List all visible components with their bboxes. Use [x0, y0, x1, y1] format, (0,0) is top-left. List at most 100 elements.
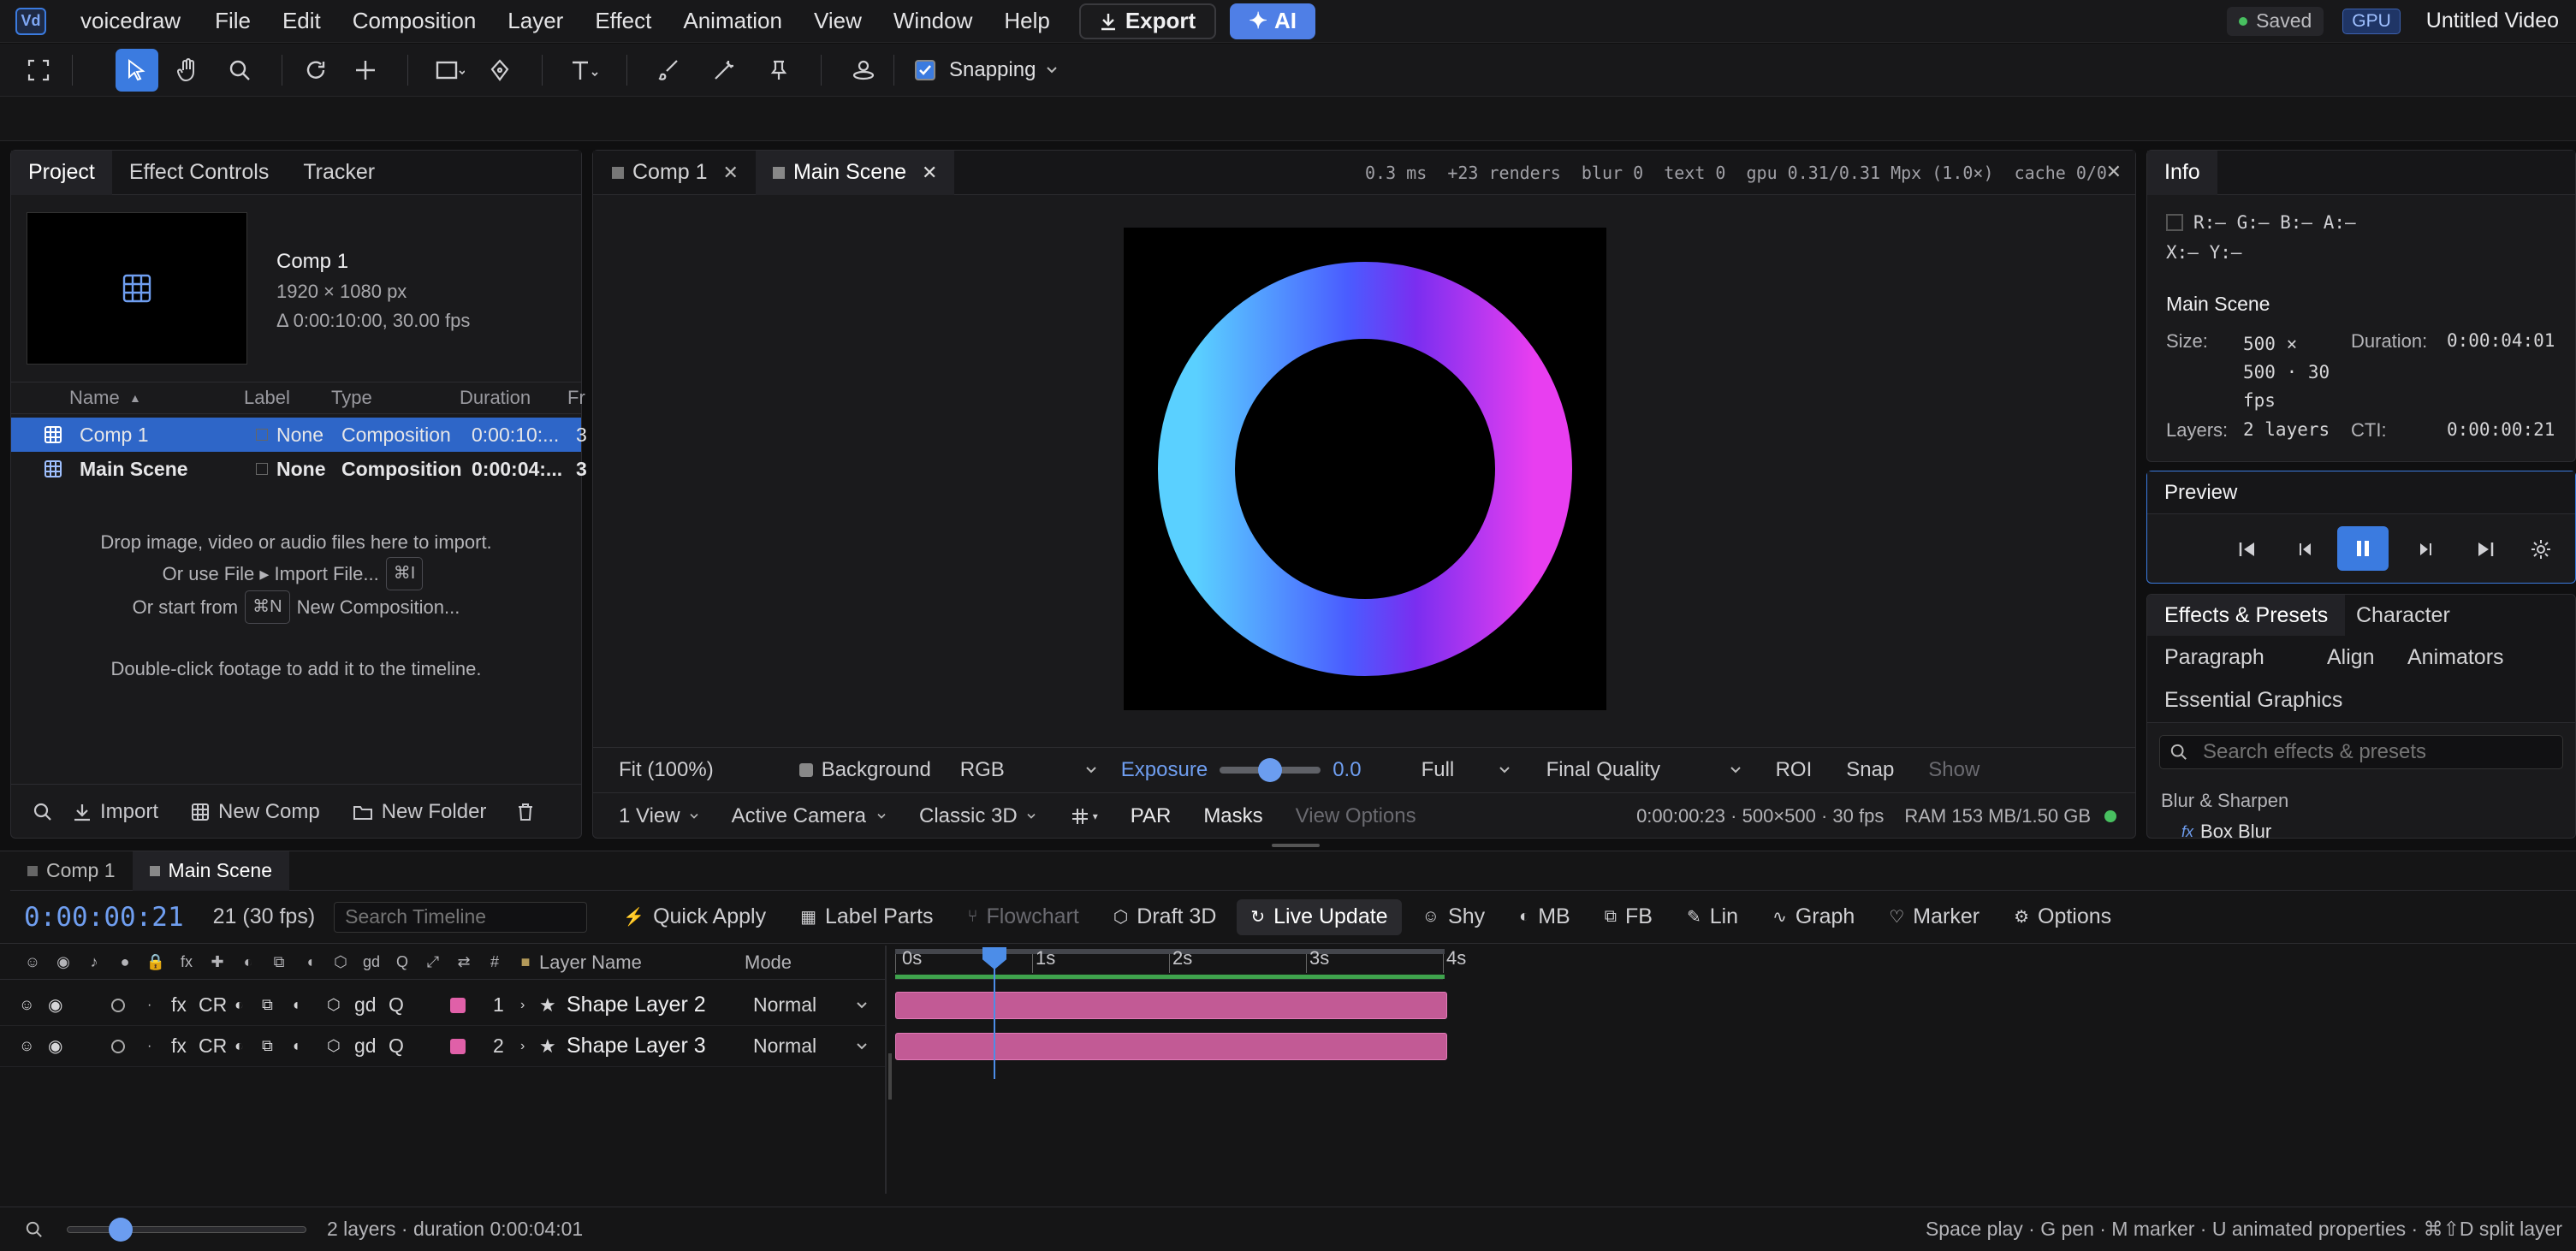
tab-essential-graphics[interactable]: Essential Graphics	[2147, 679, 2359, 721]
col-fr[interactable]: Fr	[567, 387, 585, 409]
snapping-toggle[interactable]: Snapping	[915, 58, 1058, 82]
cr-switch[interactable]: CR	[199, 993, 227, 1017]
tab-main-scene[interactable]: Main Scene ✕	[755, 150, 955, 195]
close-icon[interactable]: ✕	[922, 162, 937, 184]
views-dropdown[interactable]: 1 View	[619, 804, 699, 828]
q-switch[interactable]: Q	[387, 953, 418, 971]
shy-button[interactable]: ☺ Shy	[1409, 899, 1499, 935]
project-row[interactable]: Comp 1 None Composition 0:00:10:... 3	[11, 418, 587, 452]
skip-to-end-icon[interactable]	[2476, 541, 2495, 558]
col-layer-name[interactable]: Layer Name	[539, 952, 642, 974]
shy-icon[interactable]: ☺	[19, 996, 34, 1014]
menu-edit[interactable]: Edit	[282, 8, 321, 34]
frame-blend-icon[interactable]: ◖	[294, 953, 325, 971]
menu-file[interactable]: File	[215, 8, 251, 34]
camera-orbit-icon[interactable]	[842, 49, 885, 92]
lock-icon[interactable]: 🔒	[140, 953, 171, 971]
gd-switch[interactable]: gd	[354, 1035, 377, 1058]
expand-chevron-icon[interactable]: ›	[520, 1039, 525, 1054]
3d-icon[interactable]: ⬡	[327, 1037, 341, 1055]
frame-blend-icon[interactable]: ◖	[291, 996, 300, 1014]
fb-button[interactable]: ⧉ FB	[1591, 899, 1666, 935]
menu-window[interactable]: Window	[893, 8, 972, 34]
effect-item[interactable]: fx Box Blur	[2181, 821, 2271, 838]
tab-comp-1[interactable]: Comp 1 ✕	[593, 151, 756, 195]
menu-layer[interactable]: Layer	[507, 8, 563, 34]
adjustment-icon[interactable]: ◐	[233, 953, 264, 971]
exposure-value[interactable]: 0.0	[1333, 758, 1361, 782]
col-mode[interactable]: Mode	[745, 952, 792, 974]
channel-dropdown[interactable]: RGB	[960, 758, 1097, 782]
show-toggle[interactable]: Show	[1928, 758, 1979, 782]
adjustment-icon[interactable]: ◐	[234, 996, 244, 1014]
project-row[interactable]: Main Scene None Composition 0:00:04:... 3	[11, 452, 587, 486]
motion-blur-icon[interactable]: ⧉	[262, 1037, 273, 1055]
timeline-tab-comp-1[interactable]: Comp 1	[10, 851, 133, 891]
lin-button[interactable]: ✎ Lin	[1673, 899, 1752, 935]
timeline-search-input[interactable]	[334, 901, 588, 933]
gd-switch[interactable]: gd	[356, 953, 387, 971]
layer-row[interactable]: ☺ ◉ · fx CR ◐ ⧉ ◖ ⬡ gd Q 1 › ★ Shape Layer 2 Normal	[0, 985, 887, 1026]
gd-switch[interactable]: gd	[354, 993, 377, 1017]
text-icon[interactable]	[563, 49, 606, 92]
menu-help[interactable]: Help	[1004, 8, 1049, 34]
options-button[interactable]: ⚙ Options	[2000, 899, 2125, 935]
layer-name[interactable]: Shape Layer 2	[567, 993, 706, 1017]
playhead-drag-handle[interactable]	[888, 1053, 892, 1100]
fit-dropdown[interactable]: Fit (100%)	[619, 758, 714, 782]
expand-chevron-icon[interactable]: ›	[520, 998, 525, 1013]
rotate-icon[interactable]	[294, 49, 337, 92]
panel-splitter[interactable]	[1272, 844, 1320, 847]
tab-info[interactable]: Info	[2147, 150, 2217, 195]
puppet-icon[interactable]	[703, 49, 745, 92]
parent-icon[interactable]: ⇄	[448, 953, 479, 971]
effects-search[interactable]	[2159, 735, 2563, 769]
link-icon[interactable]: ⤢	[418, 953, 448, 971]
hash-column[interactable]: #	[479, 953, 510, 971]
live-update-button[interactable]: ↻ Live Update	[1237, 898, 1402, 935]
hand-icon[interactable]	[167, 49, 210, 92]
skip-to-start-icon[interactable]	[2238, 541, 2257, 558]
collapse-icon[interactable]: ✚	[202, 953, 233, 971]
fx-switch[interactable]: fx	[171, 993, 187, 1017]
view-options-button[interactable]: View Options	[1296, 804, 1416, 828]
col-label[interactable]: Label	[244, 387, 290, 409]
close-icon[interactable]: ✕	[2106, 161, 2122, 183]
current-timecode[interactable]: 0:00:00:21	[24, 902, 184, 933]
timeline-zoom-slider[interactable]	[67, 1217, 306, 1242]
layer-duration-bar[interactable]	[895, 992, 1447, 1019]
settings-gear-icon[interactable]	[2531, 539, 2551, 560]
expand-icon[interactable]	[17, 49, 60, 92]
motion-blur-icon[interactable]: ⧉	[262, 996, 273, 1014]
par-toggle[interactable]: PAR	[1131, 804, 1172, 828]
marker-button[interactable]: ♡ Marker	[1875, 899, 1993, 935]
fx-switch[interactable]: fx	[171, 1035, 187, 1058]
adjustment-icon[interactable]: ◐	[234, 1037, 244, 1055]
eye-icon[interactable]: ◉	[48, 994, 62, 1016]
camera-dropdown[interactable]: Active Camera	[732, 804, 887, 828]
pen-icon[interactable]	[478, 49, 521, 92]
playhead-line[interactable]	[994, 968, 995, 1079]
exposure-knob[interactable]	[1258, 757, 1283, 782]
export-button[interactable]: Export	[1078, 3, 1217, 39]
cr-switch[interactable]: CR	[199, 1035, 227, 1058]
effects-category[interactable]: Blur & Sharpen	[2161, 790, 2288, 812]
step-back-icon[interactable]	[2298, 542, 2313, 557]
label-color-swatch[interactable]	[450, 997, 466, 1013]
lock-toggle[interactable]: ·	[147, 998, 151, 1013]
label-color-icon[interactable]: ■	[510, 953, 541, 971]
col-duration[interactable]: Duration	[460, 387, 531, 409]
audio-icon[interactable]: ♪	[79, 953, 110, 971]
solo-toggle[interactable]	[111, 998, 125, 1012]
roi-toggle[interactable]: ROI	[1776, 758, 1813, 782]
frame-blend-icon[interactable]: ◖	[291, 1037, 300, 1055]
step-forward-icon[interactable]	[2418, 542, 2433, 557]
eye-icon[interactable]: ◉	[48, 953, 79, 971]
motion-blur-icon[interactable]: ⧉	[264, 953, 294, 971]
masks-toggle[interactable]: Masks	[1203, 804, 1262, 828]
shy-icon[interactable]: ☺	[19, 1037, 34, 1055]
timeline-tab-main-scene[interactable]: Main Scene	[132, 851, 290, 891]
resolution-dropdown[interactable]: Full	[1422, 758, 1511, 782]
timeline-zoom-knob[interactable]	[109, 1217, 133, 1242]
snap-toggle[interactable]: Snap	[1846, 758, 1894, 782]
